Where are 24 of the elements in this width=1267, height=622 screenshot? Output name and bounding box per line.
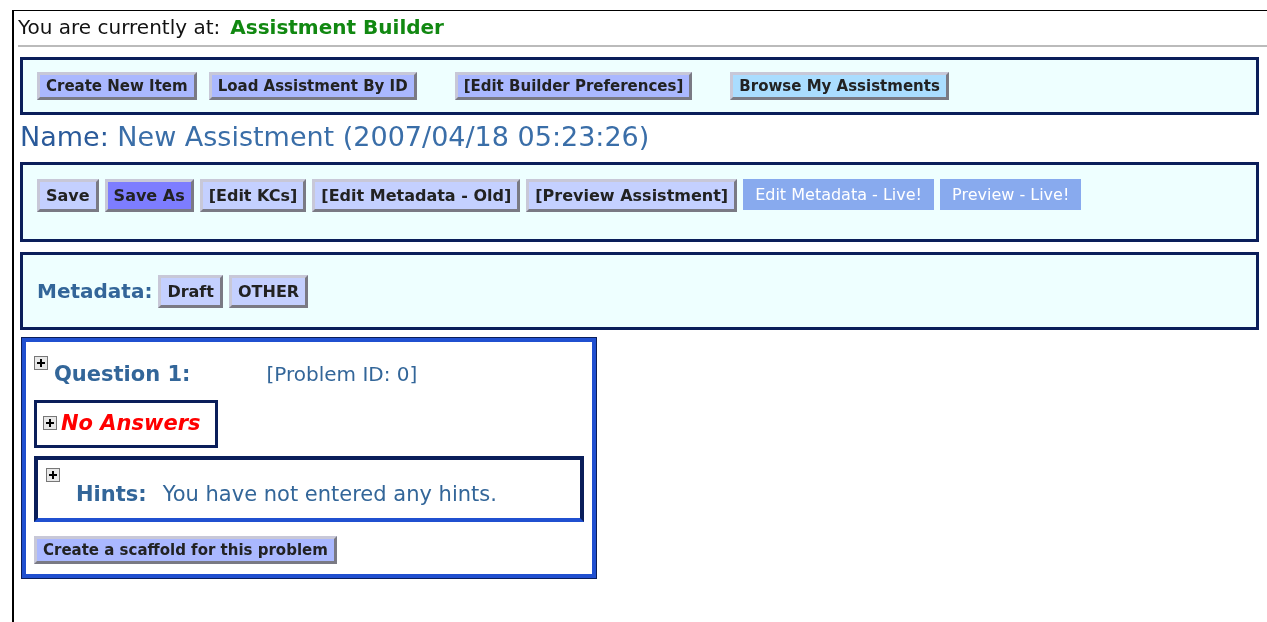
toolbar-button[interactable]: Create New Item <box>37 72 197 100</box>
page-title: Assistment Builder <box>230 15 444 39</box>
problem-id: [Problem ID: 0] <box>266 362 418 386</box>
expand-icon[interactable] <box>46 468 60 482</box>
hints-label: Hints: <box>76 482 147 506</box>
question-title: Question 1: <box>54 362 191 386</box>
metadata-label: Metadata: <box>37 279 153 303</box>
toolbar-button[interactable]: Load Assistment By ID <box>208 72 417 100</box>
metadata-tag-button[interactable]: Draft <box>158 274 223 308</box>
metadata-tag-button[interactable]: OTHER <box>228 274 309 308</box>
expand-icon[interactable] <box>43 416 57 430</box>
action-button[interactable]: [Edit KCs] <box>199 179 307 212</box>
expand-icon[interactable] <box>34 356 48 370</box>
toolbar-button[interactable]: [Edit Builder Preferences] <box>454 72 693 100</box>
action-button[interactable]: Save As <box>104 179 194 212</box>
hints-message: You have not entered any hints. <box>162 482 497 506</box>
no-answers-label: No Answers <box>61 411 201 435</box>
assistment-name: Name: New Assistment (2007/04/18 05:23:26) <box>20 121 650 152</box>
action-button[interactable]: Save <box>37 179 99 212</box>
create-scaffold-button[interactable]: Create a scaffold for this problem <box>34 536 337 564</box>
action-button[interactable]: [Preview Assistment] <box>526 179 738 212</box>
action-button[interactable]: [Edit Metadata - Old] <box>312 179 521 212</box>
toolbar-button[interactable]: Browse My Assistments <box>730 72 949 100</box>
location-label: You are currently at: <box>18 15 221 39</box>
